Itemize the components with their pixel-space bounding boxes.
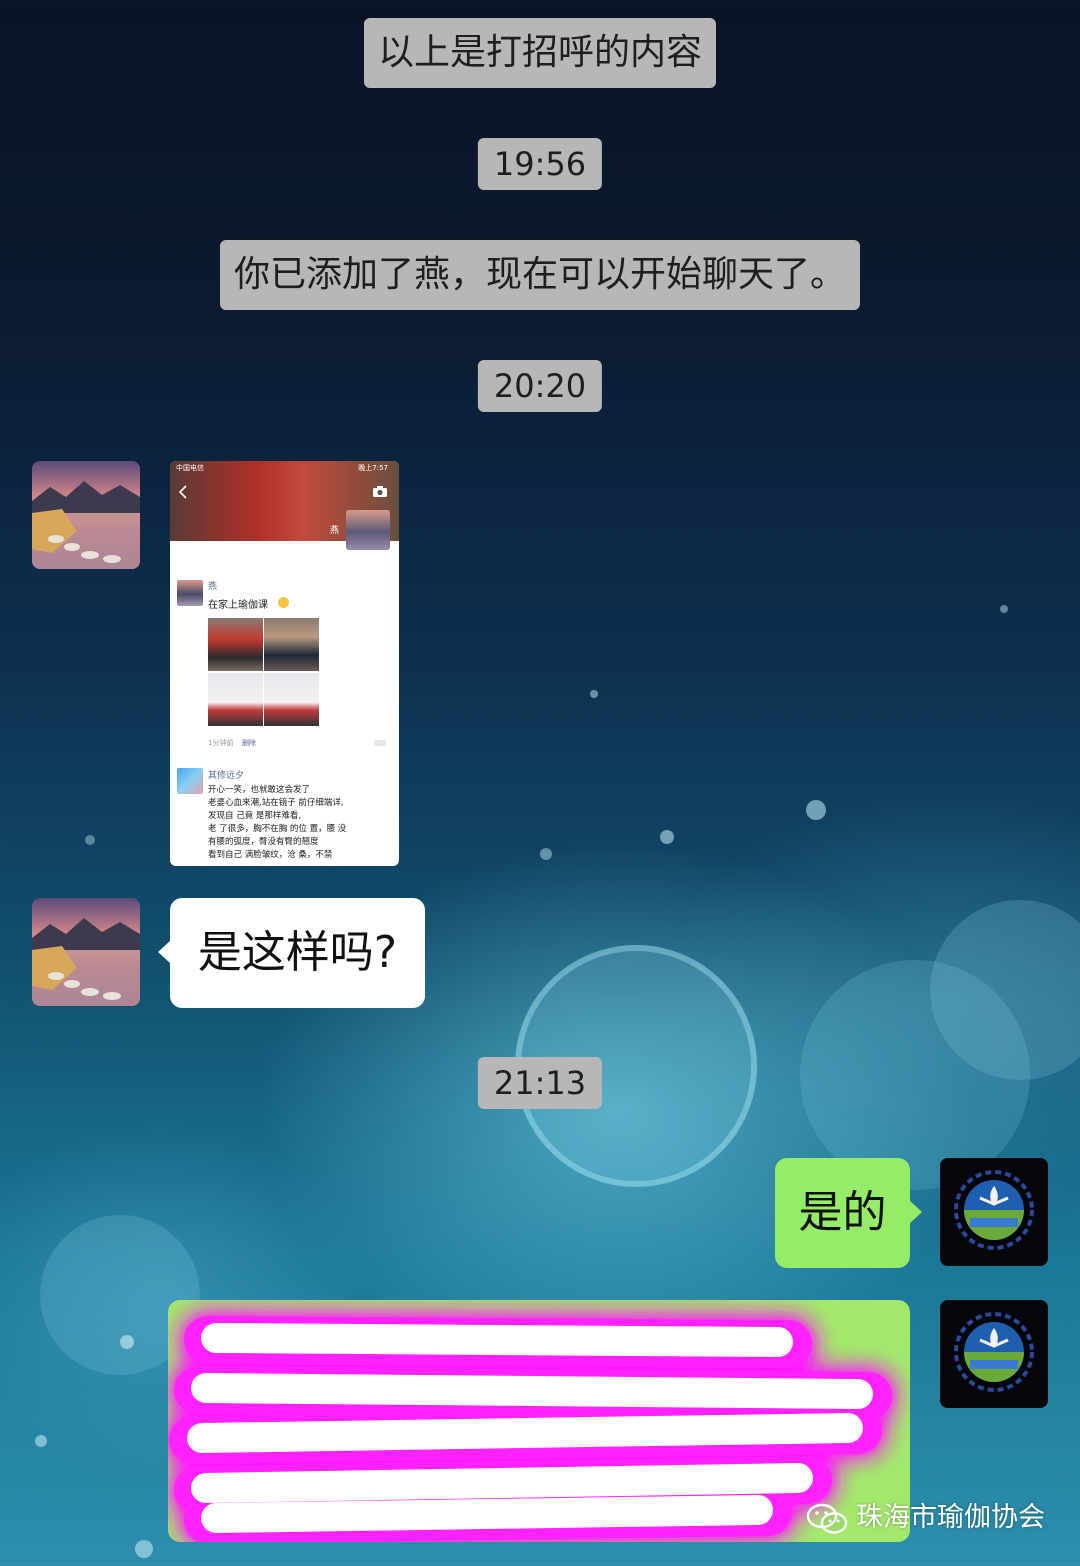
- yoga-association-logo-icon: [940, 1300, 1048, 1408]
- wechat-icon: [806, 1503, 848, 1534]
- self-avatar[interactable]: [940, 1158, 1048, 1266]
- post2-text: 开心一笑，也就敢这会发了 老婆心血来潮,站在镜子 前仔细端详, 发现自 己竟 是…: [208, 784, 398, 862]
- bokeh-light: [806, 800, 826, 820]
- status-bar: 中国电信 晚上7:57: [176, 463, 396, 473]
- bokeh-light: [930, 900, 1080, 1080]
- more-options-icon: [374, 740, 386, 746]
- contact-avatar[interactable]: [32, 461, 140, 569]
- bokeh-light: [590, 690, 598, 698]
- post2-line: 有腰的弧度，臀没有臀的翘度: [208, 837, 319, 847]
- bokeh-light: [540, 848, 552, 860]
- post-photo: [208, 673, 263, 726]
- bokeh-light: [85, 835, 95, 845]
- bokeh-light: [800, 960, 1030, 1190]
- post-text: 在家上瑜伽课: [208, 600, 268, 611]
- post-photo: [264, 673, 319, 726]
- self-avatar[interactable]: [940, 1300, 1048, 1408]
- post-author: 燕: [208, 582, 218, 592]
- post2-line: 发现自 己竟 是那样难看,: [208, 811, 302, 821]
- post-photo: [208, 618, 263, 671]
- timestamp: 20:20: [477, 360, 603, 412]
- redacted-message-bubble[interactable]: [168, 1300, 910, 1542]
- system-message-added: 你已添加了燕，现在可以开始聊天了。: [219, 240, 861, 310]
- camera-icon: [373, 486, 387, 497]
- post-meta: 1分钟前: [208, 739, 234, 747]
- post2-avatar: [177, 768, 203, 794]
- bokeh-light: [35, 1435, 47, 1447]
- carrier-label: 中国电信: [176, 464, 204, 472]
- post2-line: 老婆心血来潮,站在镜子 前仔细端详,: [208, 798, 344, 808]
- timestamp: 19:56: [477, 138, 603, 190]
- contact-avatar[interactable]: [32, 898, 140, 1006]
- bokeh-light: [135, 1540, 153, 1558]
- profile-name: 燕: [330, 526, 340, 536]
- post-delete-link: 删除: [242, 739, 256, 747]
- bokeh-light: [1000, 605, 1008, 613]
- profile-avatar: [346, 510, 390, 550]
- watermark: 珠海市瑜伽协会: [806, 1500, 1045, 1536]
- redaction-scribble: [168, 1310, 898, 1542]
- incoming-message-bubble[interactable]: 是这样吗?: [158, 898, 425, 1008]
- system-message-greeting: 以上是打招呼的内容: [363, 18, 717, 88]
- post-photo: [264, 618, 319, 671]
- landscape-avatar-image: [32, 461, 140, 569]
- yoga-association-logo-icon: [940, 1158, 1048, 1266]
- bokeh-light: [660, 830, 674, 844]
- image-message-screenshot[interactable]: 中国电信 晚上7:57 燕 燕 在家上瑜伽课 1分钟前 删除 其修远夕 开心一笑…: [170, 461, 399, 866]
- post-avatar: [177, 580, 203, 606]
- post2-author: 其修远夕: [208, 771, 245, 781]
- smile-emoji-icon: [278, 597, 289, 608]
- post2-line: 看到自己 满脸皱纹，沧 桑，不禁: [208, 850, 333, 860]
- timestamp: 21:13: [477, 1057, 603, 1109]
- bokeh-light: [120, 1335, 134, 1349]
- post2-line: 开心一笑，也就敢这会发了: [208, 785, 311, 795]
- post2-line: 老 了很多，胸不在胸 的位 置，腰 没: [208, 824, 347, 834]
- time-label: 晚上7:57: [358, 464, 388, 472]
- chevron-left-icon: [178, 485, 187, 499]
- landscape-avatar-image: [32, 898, 140, 1006]
- watermark-text: 珠海市瑜伽协会: [856, 1502, 1045, 1533]
- outgoing-message-bubble[interactable]: 是的: [775, 1158, 922, 1268]
